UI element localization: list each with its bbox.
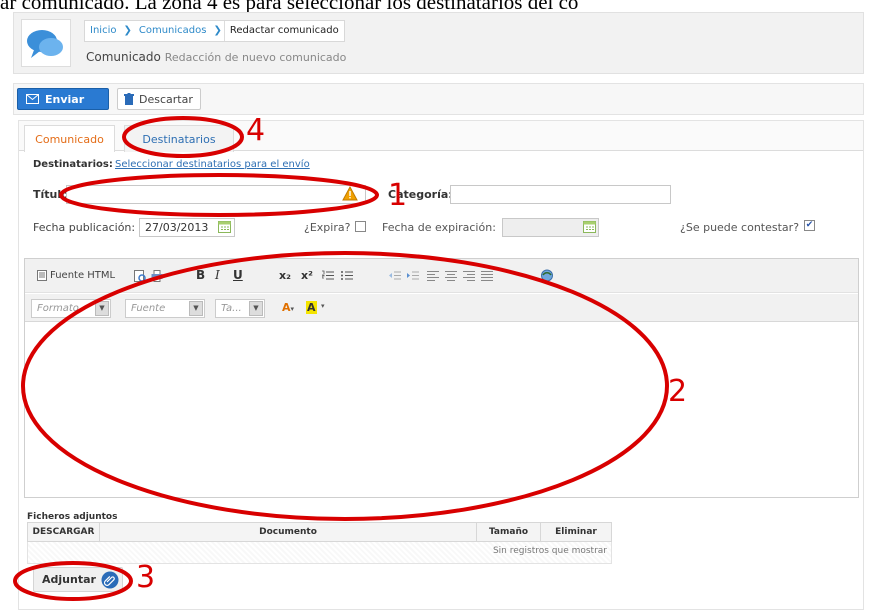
column-header: Eliminar bbox=[555, 527, 597, 537]
editor-toolbar-row1 bbox=[25, 259, 858, 293]
zone-4-number: 4 bbox=[246, 113, 266, 148]
bullet-list-icon[interactable] bbox=[341, 270, 353, 281]
print-icon[interactable] bbox=[151, 270, 163, 282]
discard-button-label: Descartar bbox=[139, 92, 193, 106]
underline-icon[interactable]: U bbox=[233, 268, 243, 282]
expires-checkbox[interactable] bbox=[355, 221, 366, 232]
align-left-icon[interactable] bbox=[427, 270, 439, 281]
format-select[interactable]: Formato ▼ bbox=[31, 299, 111, 318]
bold-icon[interactable]: B bbox=[196, 268, 205, 282]
app-logo bbox=[21, 19, 71, 67]
reply-label: ¿Se puede contestar? bbox=[680, 221, 800, 234]
chevron-down-icon: ▼ bbox=[189, 301, 203, 316]
source-icon bbox=[37, 270, 47, 281]
zone-2-number: 2 bbox=[668, 374, 688, 409]
font-select[interactable]: Fuente ▼ bbox=[125, 299, 205, 318]
attachments-table-header: DESCARGAR Documento Tamaño Eliminar bbox=[27, 522, 612, 542]
attach-button[interactable]: Adjuntar bbox=[33, 567, 123, 592]
pub-date-label: Fecha publicación: bbox=[33, 221, 136, 234]
size-placeholder: Ta... bbox=[221, 303, 242, 314]
envelope-icon bbox=[26, 94, 39, 104]
calendar-icon[interactable] bbox=[583, 220, 596, 233]
send-button[interactable]: Enviar bbox=[17, 88, 109, 110]
superscript-icon[interactable]: x² bbox=[301, 269, 313, 282]
subscript-icon[interactable]: x₂ bbox=[279, 269, 291, 282]
format-placeholder: Formato bbox=[37, 303, 79, 314]
background-color-icon[interactable]: A bbox=[306, 301, 317, 314]
tab-comunicado[interactable]: Comunicado bbox=[24, 125, 115, 152]
text-color-icon[interactable]: A▾ bbox=[282, 301, 294, 314]
column-header: Tamaño bbox=[477, 523, 541, 541]
recipients-label: Destinatarios: bbox=[33, 159, 113, 170]
chevron-down-icon: ▼ bbox=[95, 301, 109, 316]
expires-label: ¿Expira? bbox=[304, 221, 351, 234]
italic-icon[interactable]: I bbox=[215, 268, 220, 282]
exp-date-label: Fecha de expiración: bbox=[382, 221, 496, 234]
chevron-down-icon[interactable]: ▾ bbox=[321, 302, 325, 310]
size-select[interactable]: Ta... ▼ bbox=[215, 299, 265, 318]
chat-bubbles-icon bbox=[27, 30, 63, 58]
justify-icon[interactable] bbox=[481, 270, 493, 281]
breadcrumb-separator-icon: ❯ bbox=[213, 25, 222, 36]
page-title-main: Comunicado bbox=[86, 50, 161, 64]
breadcrumb-current: Redactar comunicado bbox=[223, 21, 344, 41]
breadcrumb-home[interactable]: Inicio bbox=[85, 21, 121, 41]
title-label: Título bbox=[33, 188, 69, 201]
select-recipients-link[interactable]: Seleccionar destinatarios para el envío bbox=[115, 159, 310, 170]
attachments-empty-row: Sin registros que mostrar bbox=[27, 542, 612, 564]
calendar-icon[interactable] bbox=[218, 220, 231, 233]
tab-destinatarios[interactable]: Destinatarios bbox=[124, 125, 234, 152]
send-button-label: Enviar bbox=[45, 92, 85, 106]
image-icon[interactable] bbox=[540, 269, 554, 282]
breadcrumb-comunicados[interactable]: Comunicados bbox=[134, 21, 212, 41]
column-header: DESCARGAR bbox=[28, 523, 100, 541]
trash-icon bbox=[124, 93, 134, 105]
warning-icon bbox=[342, 186, 358, 201]
align-right-icon[interactable] bbox=[463, 270, 475, 281]
outdent-icon[interactable] bbox=[389, 270, 401, 281]
font-placeholder: Fuente bbox=[131, 303, 166, 314]
page-subtitle: Redacción de nuevo comunicado bbox=[164, 51, 347, 64]
breadcrumb: Inicio ❯ Comunicados ❯ Redactar comunica… bbox=[84, 20, 345, 42]
category-input[interactable] bbox=[450, 185, 671, 204]
page-title: Comunicado Redacción de nuevo comunicado bbox=[86, 50, 346, 64]
source-html-button[interactable]: Fuente HTML bbox=[37, 270, 115, 281]
chevron-down-icon: ▼ bbox=[249, 301, 263, 316]
reply-checkbox[interactable]: ✔ bbox=[804, 220, 815, 231]
editor-content-area[interactable] bbox=[25, 323, 858, 497]
zone-1-number: 1 bbox=[388, 178, 408, 213]
column-header: Documento bbox=[100, 523, 477, 541]
paperclip-icon bbox=[101, 571, 119, 588]
preview-icon[interactable] bbox=[134, 270, 146, 282]
source-html-label: Fuente HTML bbox=[50, 270, 116, 281]
pub-date-value: 27/03/2013 bbox=[145, 221, 209, 234]
discard-button[interactable]: Descartar bbox=[117, 88, 201, 110]
indent-icon[interactable] bbox=[407, 270, 419, 281]
align-center-icon[interactable] bbox=[445, 270, 457, 281]
title-input[interactable] bbox=[66, 185, 366, 204]
zone-3-number: 3 bbox=[136, 560, 156, 595]
attach-button-label: Adjuntar bbox=[42, 573, 96, 586]
ordered-list-icon[interactable] bbox=[322, 270, 334, 281]
breadcrumb-separator-icon: ❯ bbox=[123, 25, 132, 36]
attachments-title: Ficheros adjuntos bbox=[27, 512, 118, 522]
